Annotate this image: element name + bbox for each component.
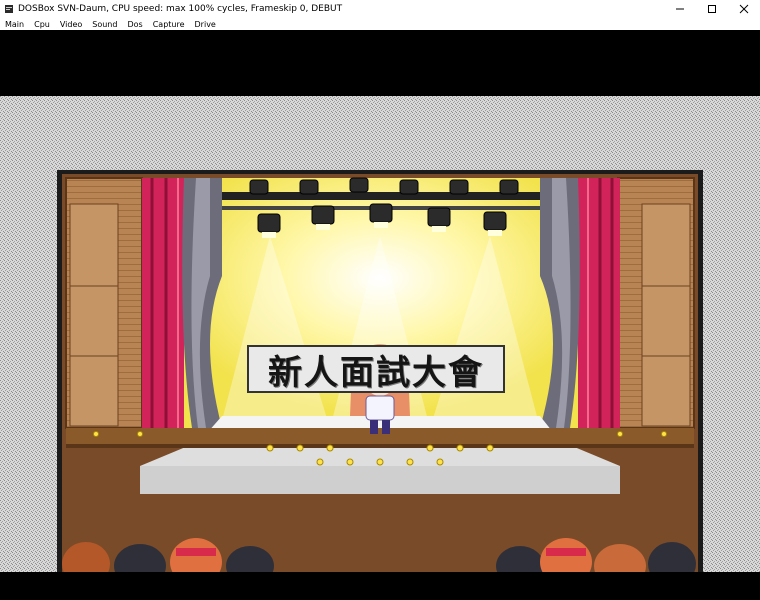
- maximize-icon: [708, 5, 716, 13]
- title-bar: DOSBox SVN-Daum, CPU speed: max 100% cyc…: [0, 0, 760, 18]
- window-controls: [664, 0, 760, 18]
- menu-video[interactable]: Video: [55, 20, 87, 29]
- minimize-icon: [676, 8, 684, 10]
- menu-main[interactable]: Main: [0, 20, 29, 29]
- close-icon: [739, 4, 749, 14]
- menu-capture[interactable]: Capture: [148, 20, 190, 29]
- window-title: DOSBox SVN-Daum, CPU speed: max 100% cyc…: [18, 4, 343, 14]
- menu-bar: Main Cpu Video Sound Dos Capture Drive: [0, 18, 760, 30]
- game-screen[interactable]: 新人面試大會: [0, 96, 760, 572]
- menu-cpu[interactable]: Cpu: [29, 20, 55, 29]
- dithered-background: [0, 96, 760, 572]
- banner-title: 新人面試大會: [268, 352, 484, 393]
- menu-drive[interactable]: Drive: [190, 20, 221, 29]
- maximize-button[interactable]: [696, 0, 728, 18]
- close-button[interactable]: [728, 0, 760, 18]
- minimize-button[interactable]: [664, 0, 696, 18]
- dosbox-icon: [5, 5, 13, 13]
- event-banner: 新人面試大會: [247, 345, 505, 393]
- menu-sound[interactable]: Sound: [87, 20, 122, 29]
- menu-dos[interactable]: Dos: [122, 20, 147, 29]
